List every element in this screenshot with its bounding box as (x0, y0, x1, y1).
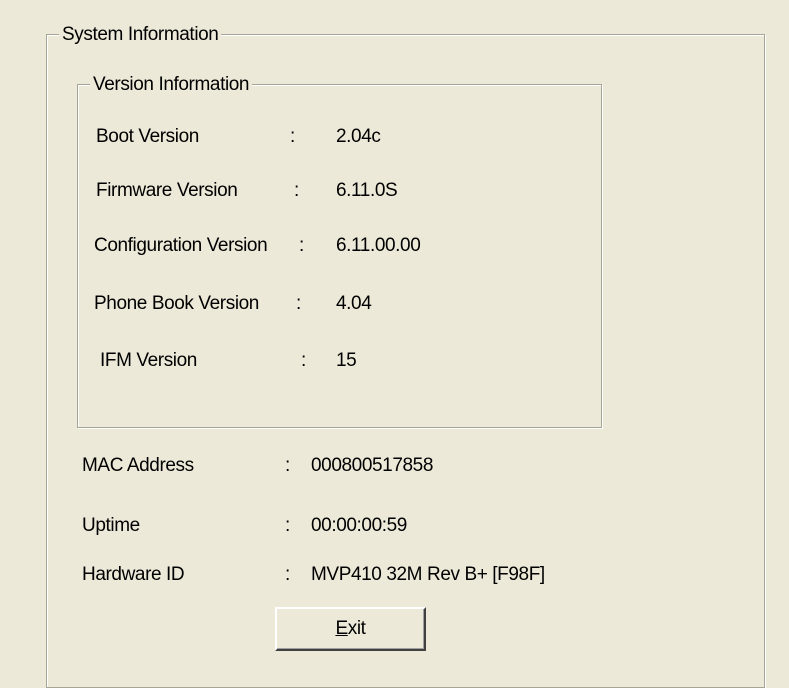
configuration-version-label: Configuration Version (94, 235, 268, 256)
firmware-version-label: Firmware Version (96, 180, 238, 201)
configuration-version-value: 6.11.00.00 (336, 235, 421, 256)
ifm-version-separator: : (301, 350, 306, 371)
mac-address-label: MAC Address (82, 455, 194, 476)
phone-book-version-value: 4.04 (336, 293, 372, 314)
exit-button-mnemonic: E (335, 618, 348, 639)
ifm-version-value: 15 (336, 350, 357, 371)
firmware-version-separator: : (294, 180, 299, 201)
uptime-value: 00:00:00:59 (311, 515, 407, 536)
boot-version-label: Boot Version (96, 126, 199, 147)
boot-version-value: 2.04c (336, 126, 381, 147)
version-information-title: Version Information (90, 74, 253, 95)
uptime-separator: : (285, 515, 290, 536)
configuration-version-separator: : (299, 235, 304, 256)
uptime-label: Uptime (82, 515, 140, 536)
ifm-version-label: IFM Version (100, 350, 197, 371)
boot-version-separator: : (290, 126, 295, 147)
firmware-version-value: 6.11.0S (336, 180, 398, 201)
phone-book-version-separator: : (296, 293, 301, 314)
phone-book-version-label: Phone Book Version (94, 293, 259, 314)
hardware-id-label: Hardware ID (82, 564, 185, 585)
hardware-id-value: MVP410 32M Rev B+ [F98F] (311, 564, 545, 585)
exit-button-label: xit (347, 618, 366, 639)
system-information-title: System Information (59, 24, 222, 45)
mac-address-value: 000800517858 (311, 455, 434, 476)
exit-button[interactable]: Exit (275, 607, 426, 651)
hardware-id-separator: : (285, 564, 290, 585)
mac-address-separator: : (285, 455, 290, 476)
